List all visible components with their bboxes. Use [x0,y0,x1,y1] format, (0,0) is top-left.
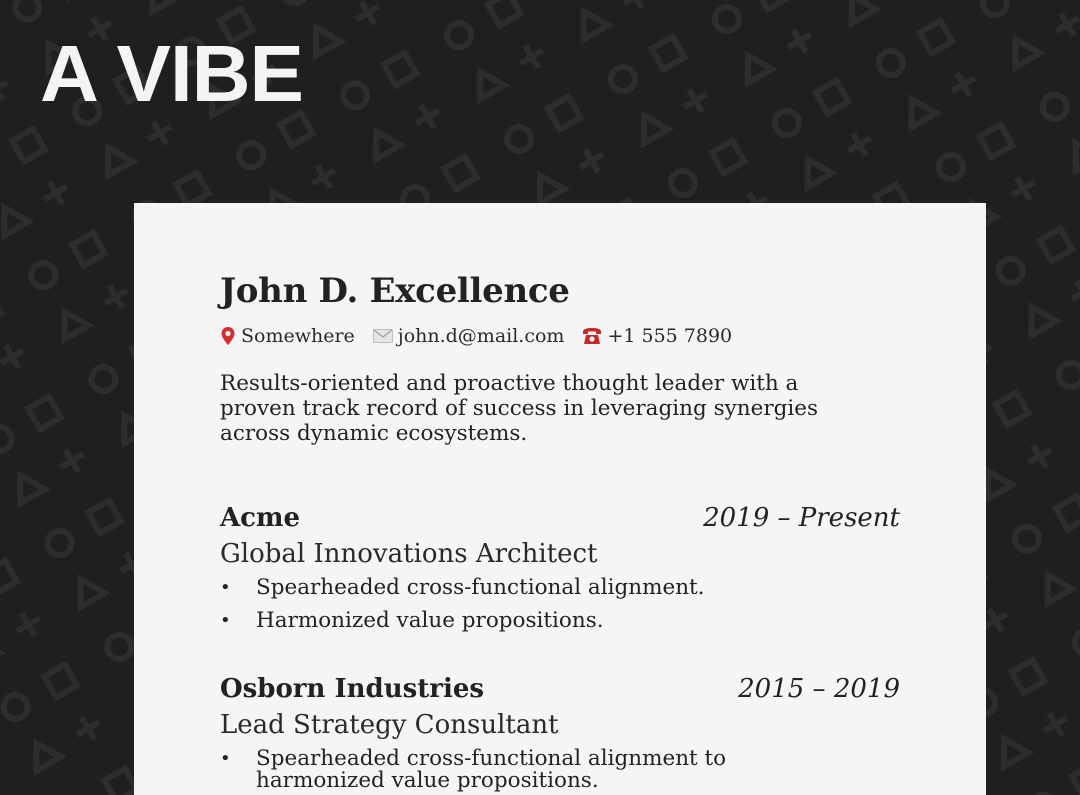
email-text[interactable]: john.d@mail.com [398,325,565,347]
achievement-item: • Spearheaded cross-functional alignment … [220,746,727,793]
phone-text[interactable]: +1 555 7890 [607,325,732,347]
company-name: Osborn Industries [220,674,485,704]
resume-card: John D. Excellence Somewhere john.d@mail… [134,203,986,795]
job-role: Global Innovations Architect [220,539,598,569]
telephone-icon [583,328,602,344]
contact-row: Somewhere john.d@mail.com +1 555 7890 [220,325,750,347]
job-role: Lead Strategy Consultant [220,710,559,740]
envelope-icon [372,329,393,343]
achievement-list: • Spearheaded cross-functional alignment … [220,748,900,792]
achievement-text: Harmonized value propositions. [256,608,604,633]
contact-location: Somewhere [220,325,355,347]
experience-entry: Osborn Industries 2015 – 2019 Lead Strat… [220,674,900,795]
experience-header: Osborn Industries 2015 – 2019 [220,674,900,708]
achievement-item: • Spearheaded cross-functional alignment. [220,575,705,600]
achievement-item: • Harmonized value propositions. [220,608,604,633]
achievement-text: Spearheaded cross-functional alignment. [256,575,705,600]
experience-header: Acme 2019 – Present [220,503,900,537]
achievement-list: • Spearheaded cross-functional alignment.… [220,577,900,632]
contact-phone[interactable]: +1 555 7890 [582,325,732,347]
company-name: Acme [220,503,301,533]
resume-name: John D. Excellence [220,271,570,311]
resume-summary: Results-oriented and proactive thought l… [220,371,818,446]
contact-email[interactable]: john.d@mail.com [372,325,565,347]
map-pin-icon [221,327,235,345]
achievement-text: Spearheaded cross-functional alignment t… [256,746,727,793]
employment-dates: 2019 – Present [703,503,900,533]
hero-title: A VIBE [40,29,304,118]
employment-dates: 2015 – 2019 [738,674,900,704]
location-text: Somewhere [241,325,355,347]
experience-entry: Acme 2019 – Present Global Innovations A… [220,503,900,643]
